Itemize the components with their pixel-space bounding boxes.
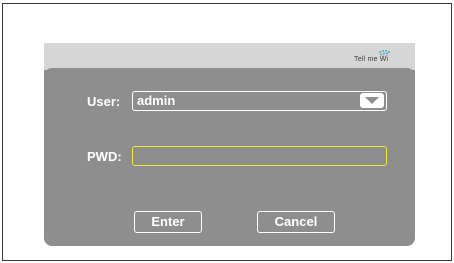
password-field[interactable]	[132, 146, 387, 166]
user-label: User:	[87, 94, 121, 109]
brand-logo-text: Tell me Wi	[354, 56, 389, 63]
user-select[interactable]: admin	[132, 91, 387, 111]
pwd-label: PWD:	[87, 149, 122, 164]
login-panel-top	[44, 68, 415, 82]
user-select-value: admin	[137, 93, 176, 108]
cancel-button[interactable]: Cancel	[257, 211, 335, 233]
enter-button[interactable]: Enter	[134, 211, 202, 233]
chevron-down-icon	[365, 97, 379, 104]
user-dropdown-button[interactable]	[360, 93, 384, 108]
